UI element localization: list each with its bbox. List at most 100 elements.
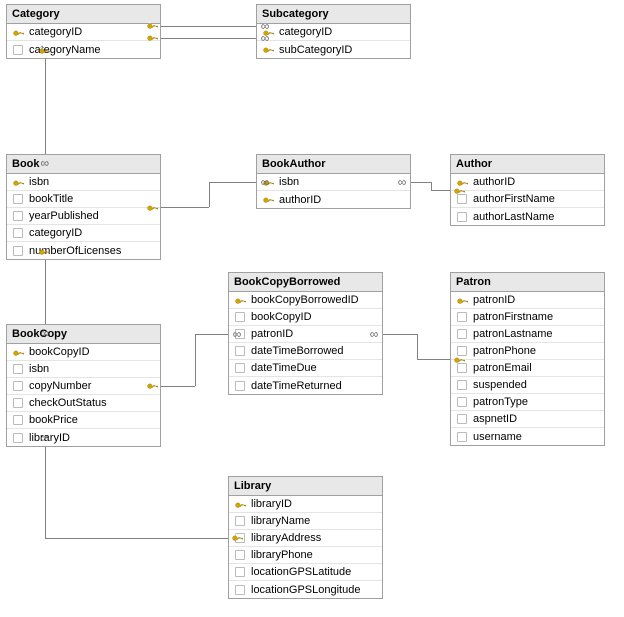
field-row[interactable]: patronEmail xyxy=(451,360,604,377)
entity-library[interactable]: Library libraryID libraryNamelibraryAddres… xyxy=(228,476,383,599)
column-icon xyxy=(455,430,469,444)
entity-category[interactable]: CategorycategoryIDcategoryName xyxy=(6,4,161,59)
entity-title[interactable]: BookCopy xyxy=(7,325,160,344)
field-row[interactable]: libraryID xyxy=(7,429,160,446)
entity-book[interactable]: Bookisbn bookTitle yearPublishedcategoryID… xyxy=(6,154,161,260)
key-icon xyxy=(233,293,247,307)
field-label: patronID xyxy=(469,294,515,306)
field-label: patronLastname xyxy=(469,328,553,340)
field-label: patronPhone xyxy=(469,345,536,357)
relationship-line xyxy=(209,26,257,27)
field-row[interactable]: authorFirstName xyxy=(451,191,604,208)
field-row[interactable]: yearPublished xyxy=(7,208,160,225)
field-row[interactable]: dateTimeBorrowed xyxy=(229,343,382,360)
field-row[interactable]: bookCopyID xyxy=(229,309,382,326)
relationship-line xyxy=(45,292,46,324)
entity-title[interactable]: Author xyxy=(451,155,604,174)
field-row[interactable]: subCategoryID xyxy=(257,41,410,58)
field-row[interactable]: dateTimeDue xyxy=(229,360,382,377)
field-row[interactable]: categoryID xyxy=(7,24,160,41)
field-row[interactable]: bookPrice xyxy=(7,412,160,429)
field-label: bookCopyID xyxy=(25,346,90,358)
field-row[interactable]: categoryID xyxy=(257,24,410,41)
field-row[interactable]: categoryName xyxy=(7,41,160,58)
entity-bookCopyBorrowed[interactable]: BookCopyBorrowedbookCopyBorrowedIDbookCo… xyxy=(228,272,383,395)
field-row[interactable]: aspnetID xyxy=(451,411,604,428)
key-icon xyxy=(261,193,275,207)
field-row[interactable]: patronID xyxy=(229,326,382,343)
field-row[interactable]: numberOfLicenses xyxy=(7,242,160,259)
field-row[interactable]: authorLastName xyxy=(451,208,604,225)
relationship-line xyxy=(45,59,46,107)
field-row[interactable]: dateTimeReturned xyxy=(229,377,382,394)
column-icon xyxy=(233,565,247,579)
field-label: patronEmail xyxy=(469,362,532,374)
column-icon xyxy=(455,310,469,324)
relationship-line xyxy=(431,190,451,191)
field-label: dateTimeDue xyxy=(247,362,317,374)
field-row[interactable]: patronFirstname xyxy=(451,309,604,326)
column-icon xyxy=(11,396,25,410)
column-icon xyxy=(11,244,25,258)
field-row[interactable]: patronPhone xyxy=(451,343,604,360)
field-row[interactable]: categoryID xyxy=(7,225,160,242)
field-row[interactable]: bookCopyID xyxy=(7,344,160,361)
entity-patron[interactable]: Patron patronID patronFirstname patronLastn… xyxy=(450,272,605,446)
field-row[interactable]: libraryAddress xyxy=(229,530,382,547)
field-row[interactable]: bookCopyBorrowedID xyxy=(229,292,382,309)
field-row[interactable]: locationGPSLatitude xyxy=(229,564,382,581)
column-icon xyxy=(11,226,25,240)
field-row[interactable]: bookTitle xyxy=(7,191,160,208)
field-row[interactable]: libraryID xyxy=(229,496,382,513)
field-label: dateTimeReturned xyxy=(247,380,342,392)
field-label: authorFirstName xyxy=(469,193,555,205)
field-label: authorLastName xyxy=(469,211,554,223)
entity-author[interactable]: AuthorauthorID authorFirstName authorLastN… xyxy=(450,154,605,226)
entity-title[interactable]: BookCopyBorrowed xyxy=(229,273,382,292)
relationship-line xyxy=(161,207,209,208)
column-icon xyxy=(233,310,247,324)
relationship-line xyxy=(45,107,46,155)
relationship-line xyxy=(195,334,196,386)
field-label: libraryID xyxy=(25,432,70,444)
field-row[interactable]: isbn xyxy=(257,174,410,191)
entity-title[interactable]: Category xyxy=(7,5,160,24)
field-row[interactable]: patronType xyxy=(451,394,604,411)
field-row[interactable]: isbn xyxy=(7,174,160,191)
field-label: libraryID xyxy=(247,498,292,510)
key-icon xyxy=(261,175,275,189)
key-icon xyxy=(233,497,247,511)
relationship-line xyxy=(383,334,417,335)
field-row[interactable]: checkOutStatus xyxy=(7,395,160,412)
key-icon xyxy=(455,293,469,307)
column-icon xyxy=(11,209,25,223)
field-row[interactable]: authorID xyxy=(451,174,604,191)
field-row[interactable]: authorID xyxy=(257,191,410,208)
entity-bookAuthor[interactable]: BookAuthorisbnauthorID xyxy=(256,154,411,209)
column-icon xyxy=(11,362,25,376)
field-row[interactable]: username xyxy=(451,428,604,445)
key-icon xyxy=(455,175,469,189)
relationship-line xyxy=(161,386,195,387)
field-row[interactable]: suspended xyxy=(451,377,604,394)
column-icon xyxy=(455,327,469,341)
relationship-line xyxy=(431,182,432,191)
entity-title[interactable]: Library xyxy=(229,477,382,496)
entity-title[interactable]: Subcategory xyxy=(257,5,410,24)
entity-bookCopy[interactable]: BookCopy bookCopyID isbncopyNumbercheckOut… xyxy=(6,324,161,447)
field-row[interactable]: patronLastname xyxy=(451,326,604,343)
field-row[interactable]: isbn xyxy=(7,361,160,378)
relationship-line xyxy=(411,182,431,183)
entity-subcategory[interactable]: SubcategorycategoryIDsubCategoryID xyxy=(256,4,411,59)
field-label: patronID xyxy=(247,328,293,340)
field-row[interactable]: locationGPSLongitude xyxy=(229,581,382,598)
field-label: bookTitle xyxy=(25,193,73,205)
entity-title[interactable]: BookAuthor xyxy=(257,155,410,174)
field-row[interactable]: patronID xyxy=(451,292,604,309)
field-row[interactable]: libraryName xyxy=(229,513,382,530)
field-label: numberOfLicenses xyxy=(25,245,121,257)
entity-title[interactable]: Book xyxy=(7,155,160,174)
entity-title[interactable]: Patron xyxy=(451,273,604,292)
field-row[interactable]: libraryPhone xyxy=(229,547,382,564)
field-row[interactable]: copyNumber xyxy=(7,378,160,395)
